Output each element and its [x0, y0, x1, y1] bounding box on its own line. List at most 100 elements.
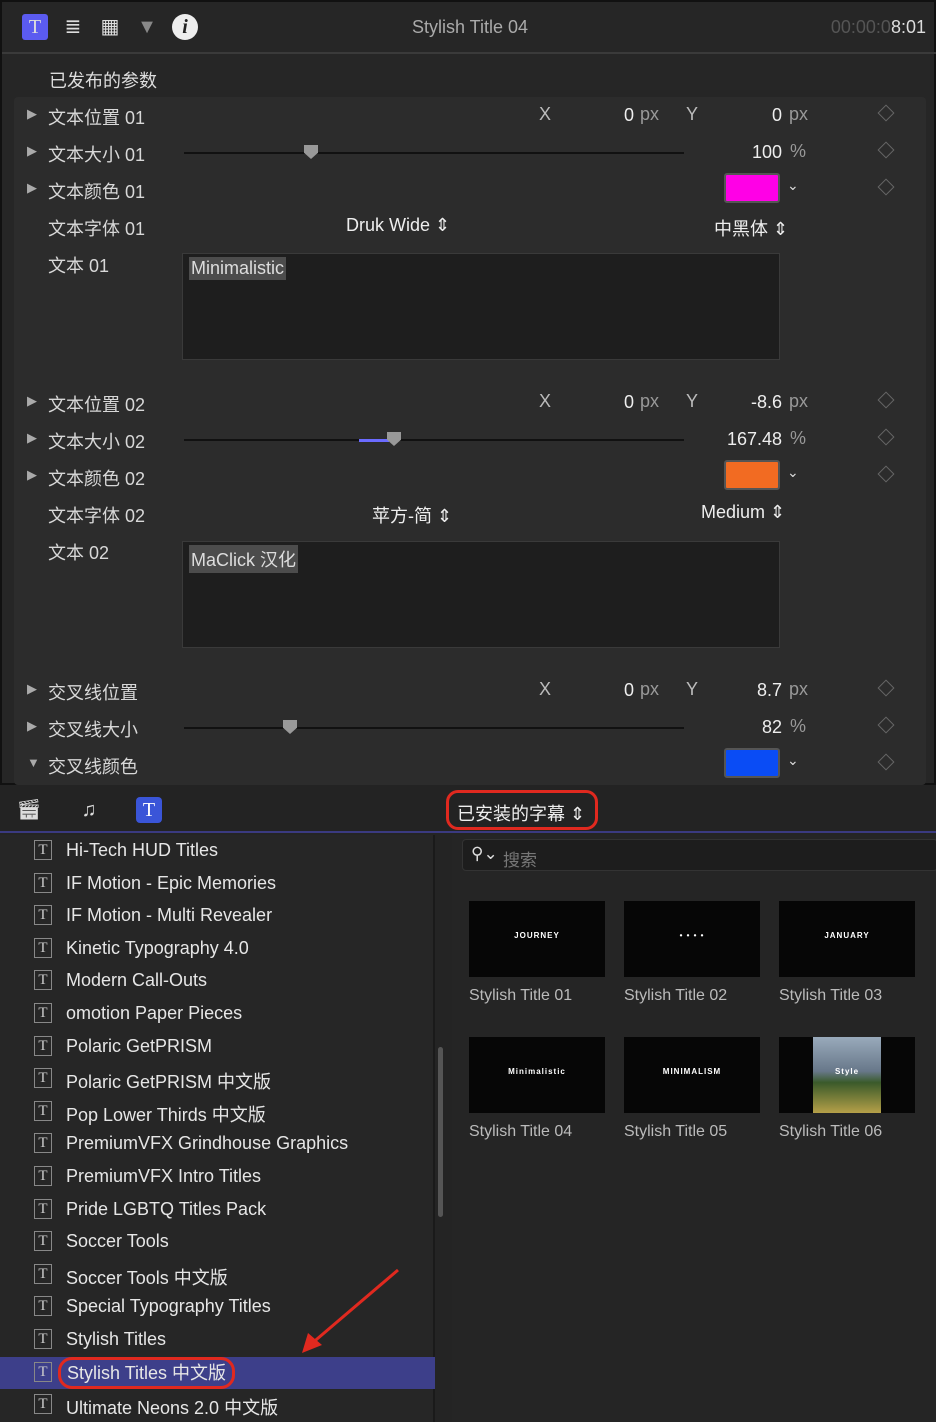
title-category-item[interactable]: T PremiumVFX Intro Titles	[0, 1161, 435, 1193]
keyframe-icon[interactable]	[877, 178, 895, 196]
param-label: 交叉线位置	[48, 683, 138, 703]
disclosure-triangle-icon[interactable]: ▶	[27, 681, 37, 697]
keyframe-icon[interactable]	[877, 679, 895, 697]
title-icon: T	[34, 1166, 52, 1186]
clapper-icon[interactable]: 🎬︎	[16, 797, 42, 823]
title-icon: T	[34, 970, 52, 991]
unit: %	[790, 141, 807, 161]
keyframe-icon[interactable]	[877, 753, 895, 771]
y-value[interactable]: 8.7	[714, 680, 782, 701]
unit: px	[789, 679, 809, 699]
title-thumbnail[interactable]: MINIMALISM Stylish Title 05	[624, 1037, 762, 1141]
disclosure-triangle-icon[interactable]: ▶	[27, 393, 37, 409]
slider-track[interactable]	[184, 152, 684, 154]
param-label: 交叉线大小	[48, 720, 138, 740]
y-value[interactable]: -8.6	[714, 392, 782, 413]
color-swatch[interactable]	[724, 748, 780, 778]
scrollbar[interactable]	[438, 1047, 443, 1217]
param-label: 文本字体 02	[48, 506, 146, 526]
disclosure-triangle-icon[interactable]: ▶	[27, 143, 37, 159]
font-weight-select[interactable]: 中黑体 ⇕	[714, 215, 788, 241]
keyframe-icon[interactable]	[877, 141, 895, 159]
title-thumbnail[interactable]: Minimalistic Stylish Title 04	[469, 1037, 607, 1141]
size-value[interactable]: 100	[662, 142, 782, 163]
search-input[interactable]: ⚲⌄ 搜索	[462, 839, 936, 871]
param-label: 文本 02	[48, 543, 110, 563]
param-label: 文本颜色 02	[48, 469, 146, 489]
thumbnail-preview: JANUARY	[779, 901, 915, 977]
slider-track[interactable]	[184, 727, 684, 729]
keyframe-icon[interactable]	[877, 428, 895, 446]
keyframe-icon[interactable]	[877, 716, 895, 734]
title-category-item[interactable]: T Modern Call-Outs	[0, 965, 435, 997]
unit: px	[789, 391, 809, 411]
title-category-item[interactable]: T IF Motion - Epic Memories	[0, 868, 435, 900]
param-label: 文本颜色 01	[48, 182, 146, 202]
font-family-select[interactable]: Druk Wide ⇕	[346, 215, 450, 236]
title-category-item[interactable]: T Soccer Tools	[0, 1226, 435, 1258]
title-icon: T	[34, 1068, 52, 1089]
title-category-item[interactable]: T Pop Lower Thirds 中文版	[0, 1096, 435, 1128]
color-swatch[interactable]	[724, 460, 780, 490]
chevron-down-icon[interactable]: ⌄	[787, 752, 799, 769]
item-label: Pop Lower Thirds 中文版	[66, 1104, 266, 1125]
preview-text: JOURNEY	[514, 931, 560, 940]
preview-text: Minimalistic	[508, 1067, 566, 1076]
keyframe-icon[interactable]	[877, 465, 895, 483]
slider-thumb[interactable]	[283, 720, 297, 734]
font-family-select[interactable]: 苹方-简 ⇕	[372, 502, 452, 528]
disclosure-triangle-icon[interactable]: ▶	[27, 467, 37, 483]
title-thumbnail[interactable]: • • • • Stylish Title 02	[624, 901, 762, 1005]
title-category-item[interactable]: T Polaric GetPRISM 中文版	[0, 1063, 435, 1095]
keyframe-icon[interactable]	[877, 391, 895, 409]
title-category-item[interactable]: T Stylish Titles 中文版	[0, 1356, 435, 1389]
color-swatch[interactable]	[724, 173, 780, 203]
slider-fill	[359, 439, 389, 442]
disclosure-triangle-icon[interactable]: ▶	[27, 106, 37, 122]
chevron-down-icon[interactable]: ⌄	[787, 177, 799, 194]
title-thumbnail[interactable]: JOURNEY Stylish Title 01	[469, 901, 607, 1005]
y-value[interactable]: 0	[714, 105, 782, 126]
title-category-item[interactable]: Tomotion Paper Pieces	[0, 998, 435, 1030]
thumbnail-label: Stylish Title 04	[469, 1123, 573, 1140]
slider-track[interactable]	[184, 439, 684, 441]
thumbnail-label: Stylish Title 03	[779, 987, 883, 1004]
x-value[interactable]: 0	[574, 392, 634, 413]
size-value[interactable]: 167.48	[662, 429, 782, 450]
title-category-item[interactable]: T Ultimate Neons 2.0 中文版	[0, 1389, 435, 1421]
item-label: PremiumVFX Grindhouse Graphics	[66, 1133, 349, 1154]
text-field-02[interactable]: MaClick 汉化	[182, 541, 780, 648]
y-label: Y	[686, 679, 699, 699]
disclosure-triangle-icon[interactable]: ▶	[27, 180, 37, 196]
font-weight-select[interactable]: Medium ⇕	[701, 502, 785, 523]
title-category-item[interactable]: T Hi-Tech HUD Titles	[0, 835, 435, 867]
slider-thumb[interactable]	[387, 432, 401, 446]
title-thumbnail[interactable]: Style Stylish Title 06	[779, 1037, 917, 1141]
title-category-item[interactable]: T Kinetic Typography 4.0	[0, 933, 435, 965]
disclosure-triangle-icon[interactable]: ▶	[27, 430, 37, 446]
x-label: X	[539, 679, 552, 699]
disclosure-triangle-icon[interactable]: ▶	[27, 718, 37, 734]
x-value[interactable]: 0	[574, 680, 634, 701]
titles-generators-icon[interactable]: T	[136, 797, 162, 823]
x-value[interactable]: 0	[574, 105, 634, 126]
title-category-item[interactable]: T IF Motion - Multi Revealer	[0, 900, 435, 932]
chevron-down-icon[interactable]: ⌄	[787, 464, 799, 481]
param-text-size-01: ▶ 文本大小 01 100 %	[14, 134, 926, 171]
title-category-item[interactable]: T Pride LGBTQ Titles Pack	[0, 1194, 435, 1226]
param-label: 交叉线颜色	[48, 757, 138, 777]
x-label: X	[539, 104, 552, 124]
size-value[interactable]: 82	[662, 717, 782, 738]
thumbnail-preview: JOURNEY	[469, 901, 605, 977]
title-category-item[interactable]: T Polaric GetPRISM	[0, 1031, 435, 1063]
keyframe-icon[interactable]	[877, 104, 895, 122]
title-category-item[interactable]: T PremiumVFX Grindhouse Graphics	[0, 1128, 435, 1160]
title-thumbnail[interactable]: JANUARY Stylish Title 03	[779, 901, 917, 1005]
param-label: 文本 01	[48, 256, 110, 276]
music-photo-icon[interactable]: ♫	[76, 797, 102, 823]
slider-thumb[interactable]	[304, 145, 318, 159]
item-label: IF Motion - Multi Revealer	[66, 905, 273, 926]
disclosure-triangle-icon[interactable]: ▼	[27, 755, 40, 770]
text-field-01[interactable]: Minimalistic	[182, 253, 780, 360]
category-select[interactable]: 已安装的字幕 ⇕	[446, 790, 598, 830]
